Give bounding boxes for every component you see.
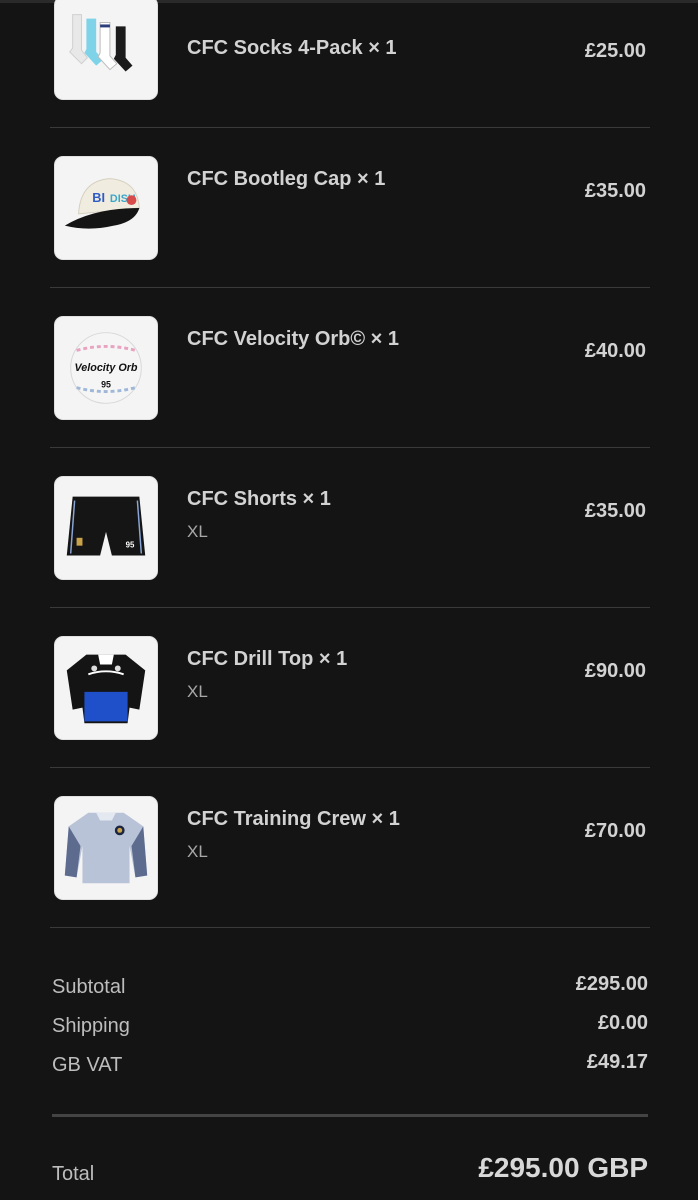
shorts-thumbnail: 95 [54, 476, 158, 580]
line-item-drill-top: CFC Drill Top × 1 XL £90.00 [50, 608, 650, 768]
order-summary: Subtotal £295.00 Shipping £0.00 GB VAT £… [52, 970, 648, 1087]
total-divider [52, 1114, 648, 1117]
item-price: £35.00 [584, 180, 646, 202]
item-name: CFC Socks 4-Pack × 1 [187, 37, 397, 59]
cap-thumbnail: BI DISH [54, 156, 158, 260]
line-item-ball: Velocity Orb 95 CFC Velocity Orb© × 1 £4… [50, 288, 650, 448]
shipping-label: Shipping [52, 1015, 130, 1037]
item-price: £40.00 [584, 340, 646, 362]
item-name: CFC Velocity Orb© × 1 [187, 328, 400, 350]
ball-number-text: 95 [101, 380, 111, 390]
item-name: CFC Shorts × 1 [187, 488, 331, 510]
item-price: £25.00 [584, 40, 646, 62]
line-item-cap: BI DISH CFC Bootleg Cap × 1 £35.00 [50, 128, 650, 288]
line-item-shorts: 95 CFC Shorts × 1 XL £35.00 [50, 448, 650, 608]
vat-value: £49.17 [586, 1051, 648, 1073]
item-name: CFC Drill Top × 1 [187, 648, 348, 670]
vat-row: GB VAT £49.17 [52, 1048, 648, 1087]
sweatshirt-thumbnail [54, 796, 158, 900]
drill-top-thumbnail [54, 636, 158, 740]
subtotal-row: Subtotal £295.00 [52, 970, 648, 1009]
item-price: £90.00 [584, 660, 646, 682]
item-variant: XL [187, 842, 208, 861]
ball-brand-text: Velocity Orb [74, 362, 137, 374]
shorts-number-text: 95 [126, 541, 135, 550]
item-name: CFC Training Crew × 1 [187, 808, 400, 830]
item-price: £70.00 [584, 820, 646, 842]
shipping-row: Shipping £0.00 [52, 1009, 648, 1048]
item-price: £35.00 [584, 500, 646, 522]
line-item-socks: CFC Socks 4-Pack × 1 £25.00 [50, 0, 650, 128]
order-items-list: CFC Socks 4-Pack × 1 £25.00 BI DISH CFC … [50, 0, 650, 928]
vat-label: GB VAT [52, 1054, 123, 1076]
item-variant: XL [187, 682, 208, 701]
ball-thumbnail: Velocity Orb 95 [54, 316, 158, 420]
total-label: Total [52, 1163, 95, 1185]
item-name: CFC Bootleg Cap × 1 [187, 168, 386, 190]
svg-text:BI: BI [92, 190, 105, 205]
total-value: £295.00 GBP [478, 1152, 648, 1183]
subtotal-label: Subtotal [52, 976, 126, 998]
shipping-value: £0.00 [597, 1012, 648, 1034]
subtotal-value: £295.00 [575, 973, 648, 995]
line-item-training-crew: CFC Training Crew × 1 XL £70.00 [50, 768, 650, 928]
socks-thumbnail [54, 0, 158, 100]
item-variant: XL [187, 522, 208, 541]
